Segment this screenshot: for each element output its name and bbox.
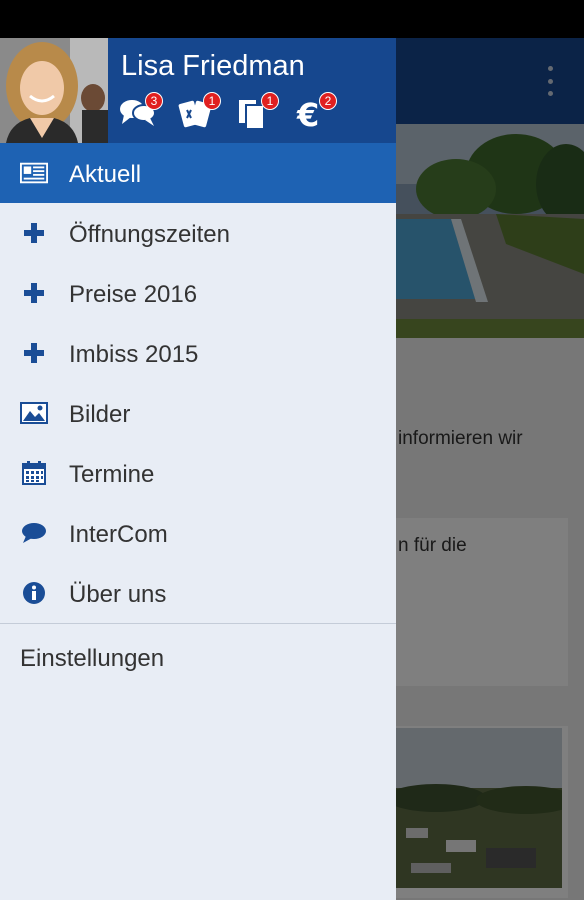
menu-item-label: Bilder [69,401,131,428]
status-bar [0,0,584,38]
drawer-menu: Aktuell Öffnungszeiten Preise 2016 Imbis… [0,143,396,690]
documents-badge-button[interactable]: 1 [235,92,279,130]
badge-count: 2 [319,92,337,110]
settings-label: Einstellungen [20,645,165,672]
menu-item-label: Termine [69,461,155,488]
drawer-header: Lisa Friedman 3 1 1 € 2 [0,38,396,143]
info-icon [20,581,48,605]
badge-count: 3 [145,92,163,110]
navigation-drawer: Lisa Friedman 3 1 1 € 2 Aktuell Öffnungs… [0,38,396,900]
vouchers-badge-button[interactable]: 1 [177,92,221,130]
menu-item-einstellungen[interactable]: Einstellungen [0,624,396,690]
calendar-icon [20,461,48,485]
badge-count: 1 [203,92,221,110]
messages-badge-button[interactable]: 3 [119,92,163,130]
menu-item-termine[interactable]: Termine [0,443,396,503]
user-name: Lisa Friedman [121,50,305,82]
avatar[interactable] [0,38,108,143]
menu-item-label: InterCom [69,521,168,548]
menu-item-aktuell[interactable]: Aktuell [0,143,396,203]
menu-item-label: Preise 2016 [69,281,198,308]
menu-item-intercom[interactable]: InterCom [0,503,396,563]
menu-item-label: Über uns [69,581,167,608]
menu-item-ueber-uns[interactable]: Über uns [0,563,396,623]
menu-item-label: Imbiss 2015 [69,341,199,368]
menu-item-imbiss-2015[interactable]: Imbiss 2015 [0,323,396,383]
svg-text:€: € [296,96,319,130]
notification-badges: 3 1 1 € 2 [119,92,351,130]
news-icon [20,161,48,185]
payments-badge-button[interactable]: € 2 [293,92,337,130]
plus-icon [20,341,48,365]
menu-item-preise-2016[interactable]: Preise 2016 [0,263,396,323]
plus-icon [20,221,48,245]
chat-icon [20,521,48,545]
image-icon [20,401,48,425]
menu-item-label: Öffnungszeiten [69,221,231,248]
menu-item-label: Aktuell [69,161,142,188]
menu-item-bilder[interactable]: Bilder [0,383,396,443]
menu-item-oeffnungszeiten[interactable]: Öffnungszeiten [0,203,396,263]
plus-icon [20,281,48,305]
badge-count: 1 [261,92,279,110]
